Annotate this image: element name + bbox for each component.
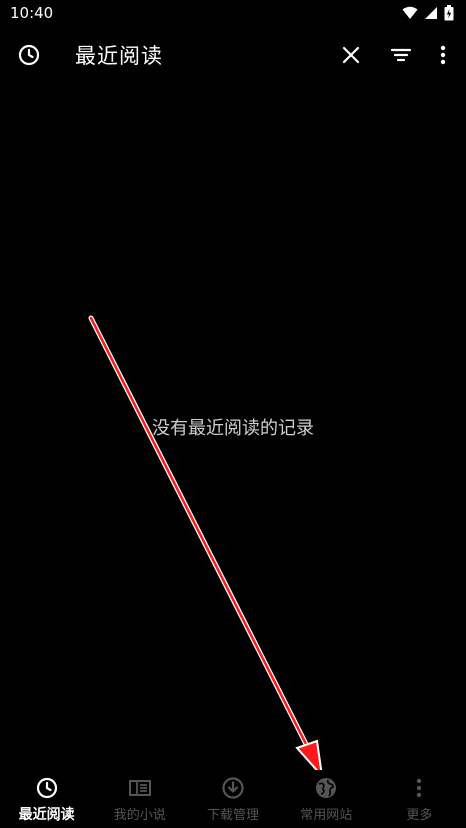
- book-icon: [128, 776, 152, 800]
- nav-item-my-novels[interactable]: 我的小说: [93, 770, 186, 828]
- filter-icon: [390, 46, 412, 64]
- wifi-icon: [402, 6, 418, 20]
- status-time: 10:40: [10, 4, 54, 22]
- status-icons: [402, 5, 454, 21]
- close-icon: [342, 46, 360, 64]
- nav-label-websites: 常用网站: [300, 808, 353, 823]
- signal-icon: [424, 6, 438, 20]
- nav-label-my-novels: 我的小说: [113, 808, 166, 823]
- bottom-navigation: 最近阅读 我的小说 下载管理 常用网站 更多: [0, 770, 466, 828]
- download-icon: [221, 776, 245, 800]
- page-title: 最近阅读: [75, 44, 163, 68]
- nav-item-recent[interactable]: 最近阅读: [0, 770, 93, 828]
- filter-button[interactable]: [388, 42, 414, 68]
- nav-item-more[interactable]: 更多: [373, 770, 466, 828]
- close-button[interactable]: [338, 42, 364, 68]
- more-vertical-icon: [440, 45, 446, 65]
- nav-label-more: 更多: [406, 808, 433, 823]
- clock-icon: [17, 43, 41, 67]
- empty-state-message: 没有最近阅读的记录: [152, 418, 314, 439]
- nav-item-downloads[interactable]: 下载管理: [186, 770, 279, 828]
- overflow-menu-button[interactable]: [430, 42, 456, 68]
- more-vertical-icon: [407, 776, 431, 800]
- battery-icon: [444, 5, 454, 21]
- nav-label-recent: 最近阅读: [18, 807, 75, 823]
- nav-item-websites[interactable]: 常用网站: [280, 770, 373, 828]
- status-bar: 10:40: [0, 0, 466, 26]
- globe-icon: [314, 776, 338, 800]
- clock-icon: [35, 776, 59, 800]
- app-bar: 最近阅读: [0, 26, 466, 82]
- history-button[interactable]: [16, 42, 42, 68]
- nav-label-downloads: 下载管理: [207, 808, 260, 823]
